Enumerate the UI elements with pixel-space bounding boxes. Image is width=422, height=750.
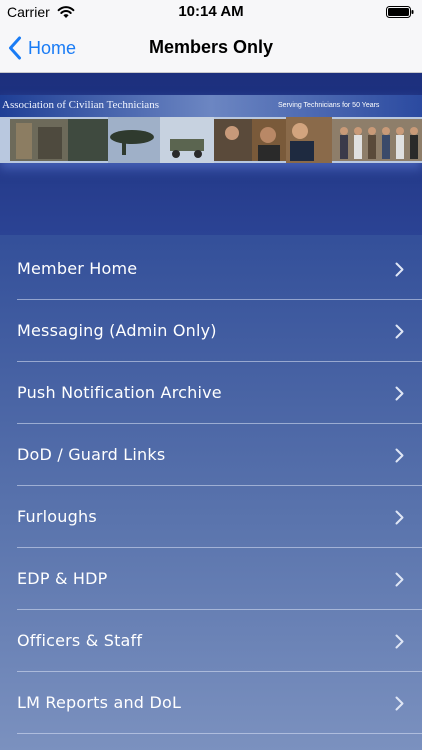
chevron-right-icon [395,696,404,711]
chevron-right-icon [395,572,404,587]
menu-item-label: Messaging (Admin Only) [17,321,217,340]
banner-photo-collage [0,117,422,163]
members-only-screen: Carrier 10:14 AM Home Members Only Assoc… [0,0,422,750]
menu-item-label: Officers & Staff [17,631,143,650]
menu-item-member-home[interactable]: Member Home [0,238,422,300]
members-menu: Member Home Messaging (Admin Only) Push … [0,238,422,734]
banner-title: Association of Civilian Technicians [2,99,159,111]
page-title: Members Only [148,37,274,57]
chevron-right-icon [395,634,404,649]
menu-item-label: Push Notification Archive [17,383,222,402]
banner-header: Association of Civilian Technicians Serv… [0,95,422,117]
chevron-right-icon [395,386,404,401]
menu-item-push-notification-archive[interactable]: Push Notification Archive [0,362,422,424]
association-banner: Association of Civilian Technicians Serv… [0,95,422,163]
menu-item-label: EDP & HDP [17,569,108,588]
status-bar: Carrier 10:14 AM [0,0,422,24]
menu-item-label: DoD / Guard Links [17,445,166,464]
menu-item-dod-guard-links[interactable]: DoD / Guard Links [0,424,422,486]
navigation-bar: Home Members Only [0,24,422,73]
menu-item-lm-reports-dol[interactable]: LM Reports and DoL [0,672,422,734]
clock: 10:14 AM [178,3,244,20]
chevron-right-icon [395,510,404,525]
banner-area: Association of Civilian Technicians Serv… [0,73,422,235]
menu-item-label: Member Home [17,259,138,278]
menu-item-officers-staff[interactable]: Officers & Staff [0,610,422,672]
banner-tagline: Serving Technicians for 50 Years [278,102,380,109]
chevron-right-icon [395,262,404,277]
chevron-right-icon [395,324,404,339]
menu-item-messaging[interactable]: Messaging (Admin Only) [0,300,422,362]
chevron-right-icon [395,448,404,463]
menu-item-furloughs[interactable]: Furloughs [0,486,422,548]
menu-item-edp-hdp[interactable]: EDP & HDP [0,548,422,610]
menu-item-label: LM Reports and DoL [17,693,182,712]
battery-icon [386,6,414,18]
menu-item-label: Furloughs [17,507,97,526]
